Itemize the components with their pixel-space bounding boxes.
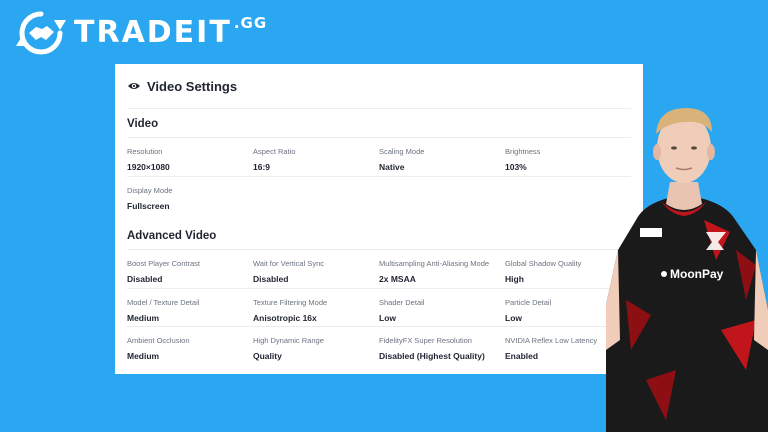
setting-msaa-mode: Multisampling Anti-Aliasing Mode 2x MSAA (379, 250, 505, 289)
setting-aspect-ratio: Aspect Ratio 16:9 (253, 138, 379, 177)
setting-value: 2x MSAA (379, 274, 416, 284)
setting-label: High Dynamic Range (253, 336, 324, 345)
setting-value: Low (379, 312, 396, 323)
setting-boost-player-contrast: Boost Player Contrast Disabled (127, 250, 253, 289)
section-title-advanced-video: Advanced Video (127, 223, 631, 250)
brand-logo: TRADEIT .GG (14, 10, 267, 56)
setting-label: Ambient Occlusion (127, 336, 190, 345)
setting-shader-detail: Shader Detail Low (379, 289, 505, 327)
setting-label: Boost Player Contrast (127, 259, 200, 268)
setting-ambient-occlusion: Ambient Occlusion Medium (127, 327, 253, 366)
setting-label: Resolution (127, 147, 163, 156)
setting-vertical-sync: Wait for Vertical Sync Disabled (253, 250, 379, 289)
setting-value: Medium (127, 312, 160, 323)
setting-value: Fullscreen (127, 200, 170, 211)
setting-label: Texture Filtering Mode (253, 297, 328, 307)
jersey-sponsor: MoonPay (670, 267, 724, 281)
setting-model-texture-detail: Model / Texture Detail Medium (127, 289, 253, 327)
video-settings-panel: Video Settings Video Resolution 1920×108… (115, 64, 643, 374)
setting-value: Medium (127, 351, 160, 361)
setting-high-dynamic-range: High Dynamic Range Quality (253, 327, 379, 366)
setting-value: 16:9 (253, 162, 271, 172)
setting-label: FidelityFX Super Resolution (379, 336, 472, 345)
setting-resolution: Resolution 1920×1080 (127, 138, 253, 177)
advanced-video-settings-grid: Boost Player Contrast Disabled Wait for … (127, 250, 631, 366)
setting-label: Shader Detail (379, 297, 425, 307)
setting-fidelityfx-super-resolution: FidelityFX Super Resolution Disabled (Hi… (379, 327, 505, 366)
brand-name: TRADEIT (74, 15, 232, 50)
setting-label: Display Mode (127, 185, 173, 195)
panel-title: Video Settings (147, 78, 238, 94)
setting-value: 1920×1080 (127, 162, 170, 172)
video-settings-grid: Resolution 1920×1080 Aspect Ratio 16:9 S… (127, 138, 631, 215)
player-photo: MoonPay (606, 108, 768, 432)
setting-value: Quality (253, 351, 282, 361)
panel-header: Video Settings (127, 64, 631, 109)
setting-label: Scaling Mode (379, 147, 425, 156)
setting-texture-filtering-mode: Texture Filtering Mode Anisotropic 16x (253, 289, 379, 327)
eye-icon (128, 83, 140, 89)
setting-display-mode: Display Mode Fullscreen (127, 177, 253, 216)
setting-label: Wait for Vertical Sync (253, 259, 324, 268)
setting-label: Model / Texture Detail (127, 297, 200, 307)
setting-scaling-mode: Scaling Mode Native (379, 138, 505, 177)
setting-value: Disabled (127, 274, 163, 284)
setting-value: Disabled (253, 274, 289, 284)
setting-label: Multisampling Anti-Aliasing Mode (379, 259, 490, 268)
setting-value: Disabled (Highest Quality) (379, 351, 485, 361)
brand-suffix: .GG (233, 14, 268, 32)
setting-value: Anisotropic 16x (253, 312, 317, 323)
section-title-video: Video (127, 111, 631, 138)
setting-value: Native (379, 162, 405, 172)
setting-label: Aspect Ratio (253, 147, 296, 156)
handshake-logo-icon (16, 11, 66, 55)
